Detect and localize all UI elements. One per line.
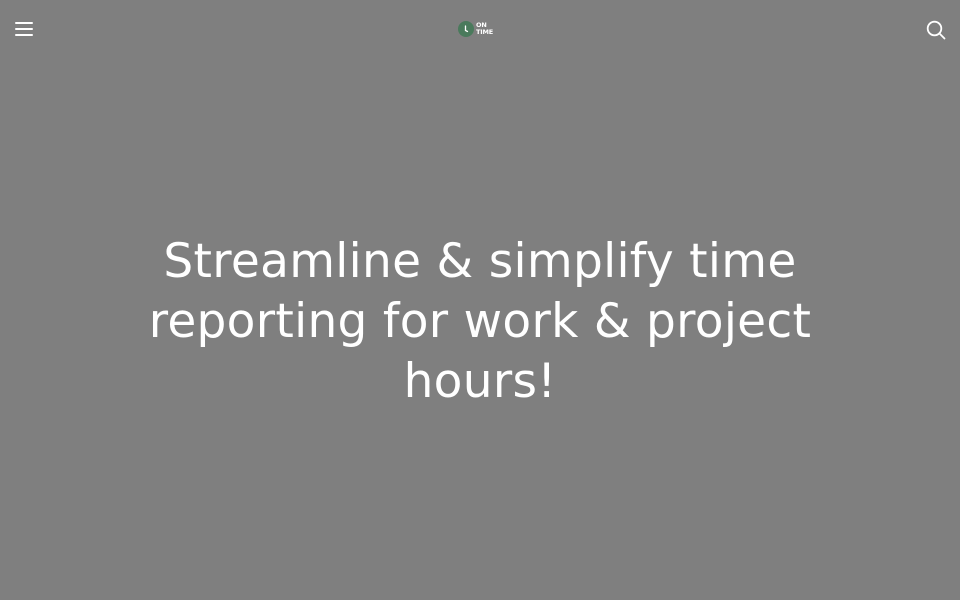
- search-button[interactable]: [924, 18, 948, 42]
- hamburger-menu-icon: [15, 22, 33, 36]
- brand-logo-text: ON TIME: [476, 22, 493, 36]
- search-icon: [926, 20, 946, 40]
- top-navigation-bar: ON TIME: [0, 0, 960, 58]
- brand-logo[interactable]: ON TIME: [458, 19, 493, 39]
- clock-hand-icon: [458, 21, 474, 37]
- menu-button[interactable]: [12, 18, 36, 40]
- hero-section: Streamline & simplify time reporting for…: [100, 232, 860, 412]
- brand-logo-line-2: TIME: [476, 28, 493, 36]
- page: ON TIME Streamline & simplify time repor…: [0, 0, 960, 600]
- hero-title: Streamline & simplify time reporting for…: [148, 234, 812, 409]
